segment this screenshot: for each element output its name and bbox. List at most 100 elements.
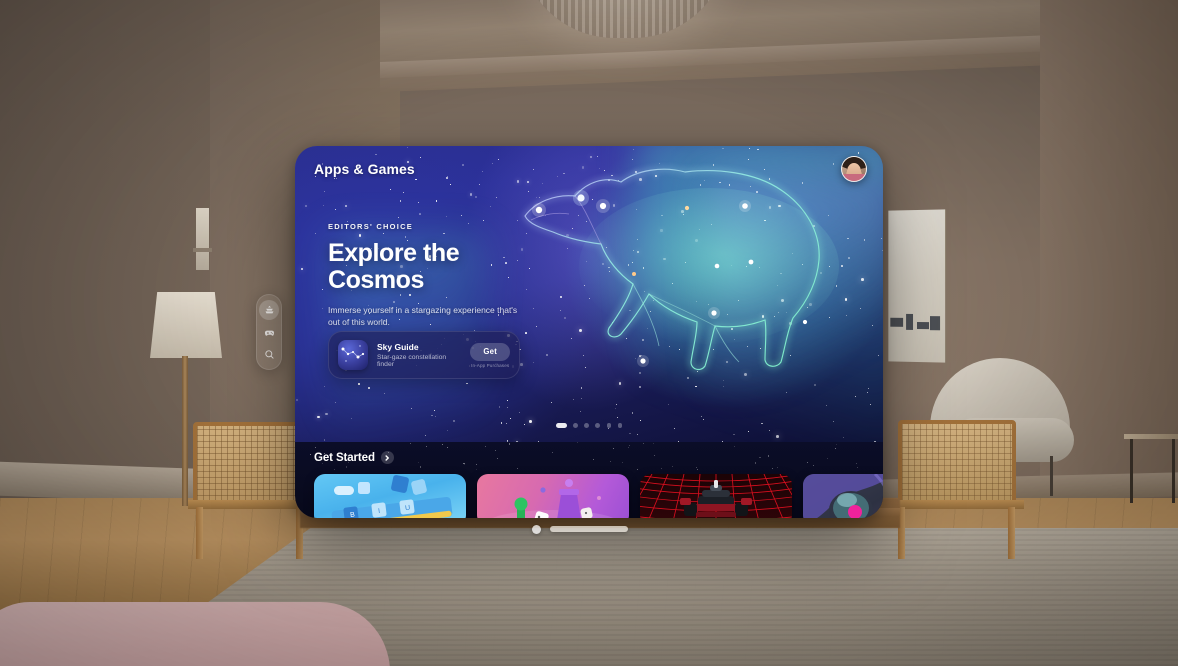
- star: [434, 416, 436, 418]
- sidebar-item-apps[interactable]: [259, 300, 279, 320]
- star: [445, 215, 447, 217]
- star: [321, 307, 323, 309]
- star: [608, 428, 610, 430]
- get-button-group: Get In-App Purchases: [470, 342, 510, 368]
- star: [748, 430, 749, 432]
- star: [317, 415, 320, 419]
- star: [350, 417, 353, 419]
- star: [776, 466, 778, 468]
- star: [609, 460, 611, 462]
- star: [425, 445, 427, 447]
- app-promo-meta: Sky Guide Star-gaze constellation finder: [377, 342, 461, 368]
- star: [672, 466, 673, 467]
- abstract-app-card[interactable]: [803, 474, 883, 518]
- star: [463, 463, 465, 465]
- star: [827, 458, 828, 459]
- star: [470, 193, 473, 196]
- star: [475, 468, 477, 470]
- star: [434, 410, 436, 411]
- star: [754, 462, 756, 464]
- hero-banner[interactable]: Apps & Games EDITORS' CHOICE Explore the…: [295, 146, 883, 442]
- svg-text:U: U: [405, 505, 411, 513]
- star: [483, 219, 484, 221]
- section-header[interactable]: Get Started: [314, 451, 394, 464]
- hero-title: Explore the Cosmos: [328, 240, 518, 294]
- sidebar-tab-bar[interactable]: [256, 294, 282, 370]
- floor-lamp-shade: [150, 292, 222, 358]
- carousel-dot-5[interactable]: [606, 423, 612, 428]
- wall-sconce: [196, 208, 209, 270]
- chess-game-card[interactable]: [477, 474, 629, 518]
- carousel-dot-6[interactable]: [617, 423, 623, 428]
- close-window-dot[interactable]: [532, 524, 541, 534]
- star: [552, 452, 554, 453]
- star: [733, 433, 735, 436]
- app-description: Star-gaze constellation finder: [377, 354, 447, 369]
- star: [806, 462, 808, 464]
- star: [304, 204, 308, 208]
- star: [495, 197, 497, 199]
- star: [494, 449, 497, 452]
- star: [447, 447, 448, 449]
- section-chevron-button[interactable]: [380, 451, 394, 464]
- star: [344, 204, 348, 208]
- user-profile-avatar[interactable]: [841, 156, 867, 182]
- window-title-bar: Apps & Games: [295, 146, 883, 192]
- hero-subtitle: Immerse yourself in a stargazing experie…: [328, 304, 518, 327]
- app-store-window[interactable]: Apps & Games EDITORS' CHOICE Explore the…: [295, 146, 883, 518]
- wall-sconce-arm: [193, 248, 212, 252]
- star: [314, 232, 317, 235]
- star: [466, 382, 468, 384]
- sidebar-item-search[interactable]: [259, 344, 279, 364]
- star: [695, 466, 697, 469]
- star: [496, 458, 498, 459]
- star: [812, 465, 814, 467]
- word-puzzle-card[interactable]: B I U: [314, 474, 466, 518]
- star: [295, 398, 299, 401]
- star: [323, 439, 325, 441]
- star: [697, 468, 699, 470]
- star: [334, 401, 337, 404]
- star: [425, 435, 427, 436]
- star: [314, 446, 316, 448]
- star: [856, 463, 858, 465]
- carousel-dot-2[interactable]: [573, 423, 578, 428]
- star: [411, 407, 413, 409]
- carousel-page-dots[interactable]: [295, 423, 883, 428]
- star: [842, 436, 844, 438]
- carousel-dot-3[interactable]: [584, 423, 589, 428]
- cane-bench-leg: [196, 507, 203, 559]
- star: [324, 385, 326, 387]
- star: [654, 455, 656, 457]
- sidebar-item-games[interactable]: [259, 322, 279, 342]
- carousel-dot-4[interactable]: [595, 423, 601, 428]
- star: [508, 443, 510, 445]
- womb-chair-leg: [1050, 456, 1053, 496]
- star: [776, 435, 779, 439]
- racing-game-card[interactable]: [640, 474, 792, 518]
- cane-bench-back-right: [898, 420, 1016, 506]
- get-button[interactable]: Get: [470, 342, 510, 361]
- avatar-shirt: [842, 174, 866, 181]
- app-promo-card[interactable]: Sky Guide Star-gaze constellation finder…: [328, 331, 520, 379]
- constellation-bear-artwork: [524, 168, 839, 371]
- star: [489, 206, 491, 208]
- star: [673, 427, 675, 429]
- window-controls[interactable]: [532, 523, 632, 535]
- star: [368, 387, 370, 389]
- star: [856, 467, 858, 469]
- star: [516, 468, 518, 470]
- star: [417, 462, 419, 464]
- star: [636, 469, 638, 470]
- side-table-leg: [1172, 439, 1175, 503]
- carousel-dot-1[interactable]: [555, 423, 567, 428]
- chevron-right-icon: [385, 454, 390, 461]
- in-app-purchases-label: In-App Purchases: [471, 362, 510, 368]
- star: [358, 383, 360, 385]
- window-resize-bar[interactable]: [550, 526, 628, 532]
- cane-bench-back-left: [193, 422, 301, 506]
- star: [498, 406, 501, 408]
- star: [506, 400, 508, 401]
- star: [506, 407, 508, 409]
- get-started-card-row[interactable]: B I U: [314, 474, 883, 518]
